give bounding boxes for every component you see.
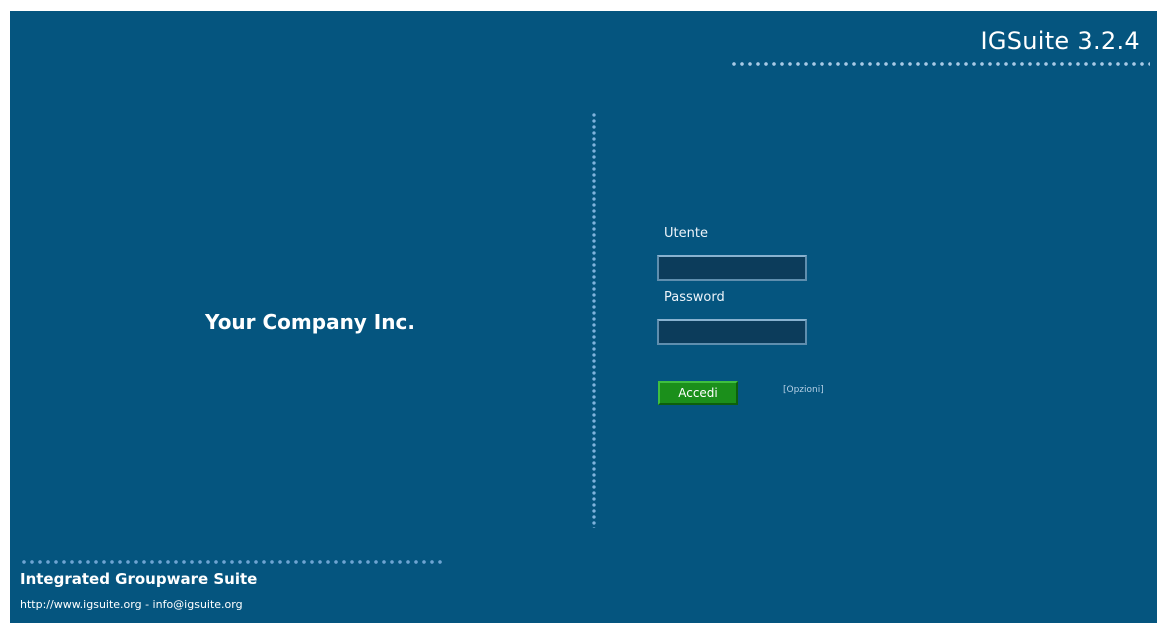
password-label: Password <box>664 290 725 305</box>
options-link[interactable]: [Opzioni] <box>783 385 824 395</box>
top-dotted-divider <box>730 62 1150 66</box>
app-title: IGSuite 3.2.4 <box>980 27 1140 55</box>
username-input[interactable] <box>657 255 807 281</box>
login-actions: Accedi [Opzioni] <box>657 381 917 407</box>
username-label: Utente <box>664 226 708 241</box>
login-page: IGSuite 3.2.4 Your Company Inc. Utente P… <box>10 11 1157 623</box>
login-form: Utente Password Accedi [Opzioni] <box>657 225 917 407</box>
password-input[interactable] <box>657 319 807 345</box>
login-button[interactable]: Accedi <box>658 381 738 405</box>
vertical-dotted-divider <box>592 112 596 528</box>
footer-title: Integrated Groupware Suite <box>20 570 258 588</box>
footer-contact: http://www.igsuite.org - info@igsuite.or… <box>20 598 243 611</box>
bottom-dotted-divider <box>20 560 444 564</box>
company-name: Your Company Inc. <box>205 310 415 334</box>
